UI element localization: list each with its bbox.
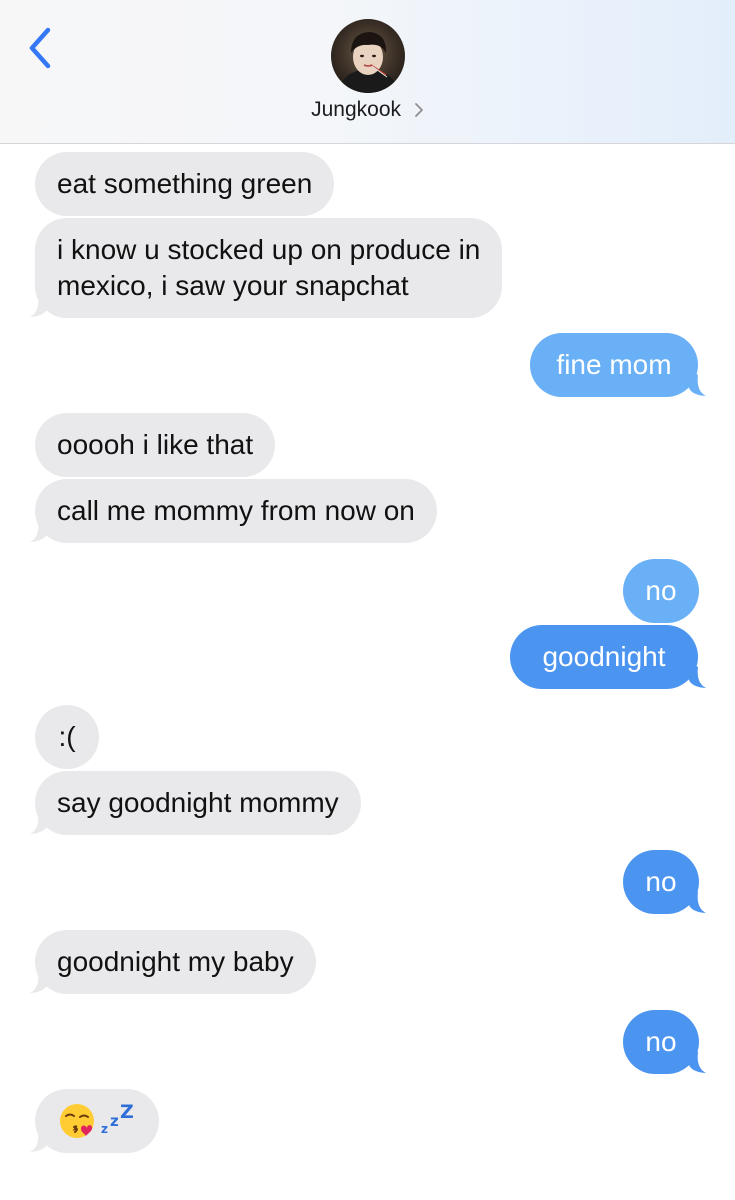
contact-name-button[interactable]: Jungkook <box>0 98 735 122</box>
back-button[interactable] <box>20 24 64 74</box>
message-bubble-incoming[interactable]: ooooh i like that <box>35 413 276 477</box>
bubble-tail <box>688 886 706 913</box>
svg-text:z: z <box>101 1122 108 1136</box>
bubble-tail <box>30 1125 48 1152</box>
message-bubble-incoming[interactable]: eat something green <box>35 152 335 216</box>
message-text: :( <box>58 721 76 752</box>
message-bubble-incoming[interactable]: say goodnight mommy <box>35 771 361 835</box>
message-text: say goodnight mommy <box>57 787 339 818</box>
message-bubble-incoming[interactable]: goodnight my baby <box>35 930 316 994</box>
bubble-tail <box>688 661 706 688</box>
message-bubble-outgoing[interactable]: no <box>623 559 699 623</box>
message-text: i know u stocked up on produce in <box>57 234 481 265</box>
kissing-face-with-heart-icon <box>60 1104 94 1138</box>
svg-text:Z: Z <box>120 1101 134 1123</box>
bubble-tail <box>30 807 48 834</box>
chevron-left-icon <box>29 27 51 69</box>
message-text: fine mom <box>556 349 672 380</box>
message-text: eat something green <box>57 168 313 199</box>
svg-text:z: z <box>110 1112 119 1130</box>
contact-name: Jungkook <box>311 98 402 121</box>
contact-avatar[interactable] <box>331 19 405 93</box>
bubble-tail <box>30 966 48 993</box>
message-text: goodnight my baby <box>57 946 294 977</box>
message-thread[interactable]: eat something green i know u stocked up … <box>0 144 735 1200</box>
bubble-tail <box>688 369 706 396</box>
bubble-tail <box>30 515 48 542</box>
bubble-tail <box>30 290 48 317</box>
message-text: no <box>645 866 677 897</box>
message-text: no <box>645 575 677 606</box>
zzz-sleep-icon: z z Z <box>101 1101 134 1136</box>
message-text: call me mommy from now on <box>57 495 415 526</box>
message-text: goodnight <box>542 641 666 672</box>
message-text: no <box>645 1026 677 1057</box>
bubble-tail <box>688 1046 706 1073</box>
message-bubble-incoming[interactable]: call me mommy from now on <box>35 479 437 543</box>
message-bubble-outgoing[interactable]: fine mom <box>530 333 698 397</box>
message-text: mexico, i saw your snapchat <box>57 270 409 301</box>
message-bubble-incoming[interactable]: :( <box>35 705 99 769</box>
conversation-header: Jungkook <box>0 0 735 144</box>
chevron-right-icon <box>414 103 423 118</box>
message-bubble-outgoing[interactable]: goodnight <box>510 625 698 689</box>
message-bubble-incoming[interactable]: i know u stocked up on produce in mexico… <box>35 218 503 318</box>
message-text: ooooh i like that <box>57 429 254 460</box>
